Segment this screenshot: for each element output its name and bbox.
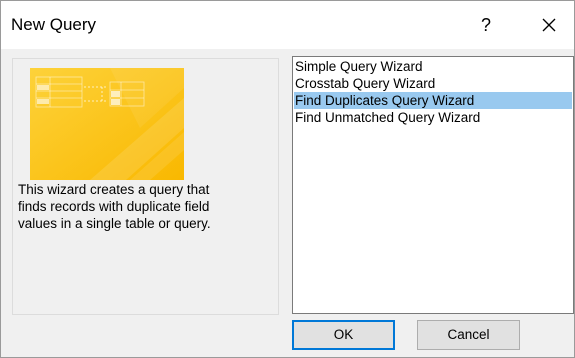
list-item-find-unmatched-query-wizard[interactable]: Find Unmatched Query Wizard: [294, 109, 572, 126]
help-button[interactable]: ?: [471, 9, 501, 41]
list-item-simple-query-wizard[interactable]: Simple Query Wizard: [294, 58, 572, 75]
description-line: values in a single table or query.: [18, 216, 211, 231]
wizard-description: This wizard creates a query that finds r…: [18, 181, 273, 232]
ok-button[interactable]: OK: [292, 320, 395, 350]
dialog-title: New Query: [11, 15, 97, 34]
title-bar: New Query ?: [1, 1, 574, 49]
new-query-dialog: New Query ? This wizard creates a query …: [0, 0, 575, 358]
close-icon: [542, 18, 556, 32]
list-item-find-duplicates-query-wizard[interactable]: Find Duplicates Query Wizard: [294, 92, 572, 109]
wizard-list[interactable]: Simple Query Wizard Crosstab Query Wizar…: [292, 56, 574, 314]
wizard-preview-panel: This wizard creates a query that finds r…: [12, 58, 279, 315]
wizard-preview-image: [30, 68, 184, 180]
list-item-crosstab-query-wizard[interactable]: Crosstab Query Wizard: [294, 75, 572, 92]
description-line: finds records with duplicate field: [18, 199, 210, 214]
description-line: This wizard creates a query that: [18, 182, 210, 197]
close-button[interactable]: [533, 9, 565, 41]
cancel-button[interactable]: Cancel: [417, 320, 520, 350]
